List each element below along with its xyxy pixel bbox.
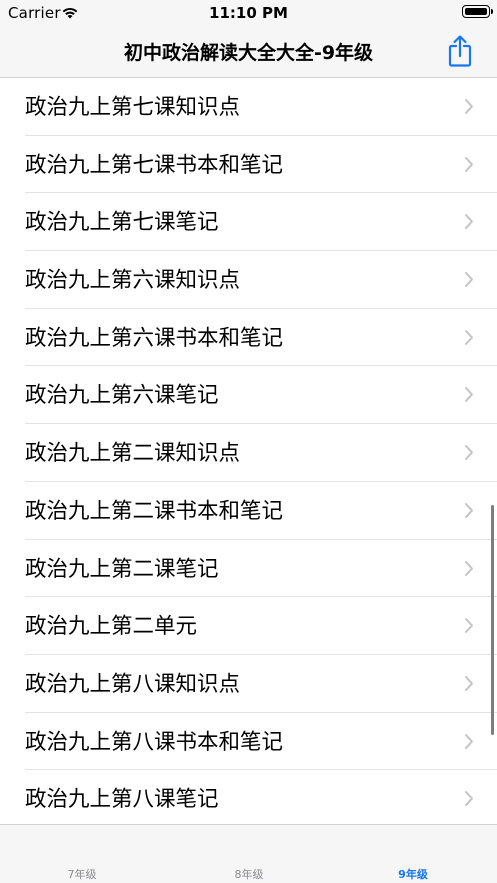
list-item-label: 政治九上第二课书本和笔记 xyxy=(25,498,284,524)
list-item-label: 政治九上第八课书本和笔记 xyxy=(25,729,284,755)
tab-grade-8[interactable]: 8年级 xyxy=(204,866,294,882)
list-item[interactable]: 政治九上第七课知识点 xyxy=(0,78,497,136)
chevron-right-icon xyxy=(465,99,473,114)
list-item[interactable]: 政治九上第二课知识点 xyxy=(0,424,497,482)
chevron-right-icon xyxy=(465,329,473,345)
list-item[interactable]: 政治九上第二课笔记 xyxy=(0,540,497,598)
chevron-right-icon xyxy=(465,502,473,518)
scroll-indicator[interactable] xyxy=(491,505,494,735)
list-item[interactable]: 政治九上第八课书本和笔记 xyxy=(0,713,497,771)
list-item[interactable]: 政治九上第六课书本和笔记 xyxy=(0,309,497,367)
list-item-label: 政治九上第六课笔记 xyxy=(25,383,219,409)
list-item-label: 政治九上第七课书本和笔记 xyxy=(25,152,284,178)
list-item-label: 政治九上第六课书本和笔记 xyxy=(25,325,284,351)
list-item-label: 政治九上第七课笔记 xyxy=(25,210,219,236)
chevron-right-icon xyxy=(465,675,473,691)
tab-bar: 7年级 8年级 9年级 xyxy=(0,824,497,883)
list-item[interactable]: 政治九上第七课书本和笔记 xyxy=(0,136,497,194)
chevron-right-icon xyxy=(465,156,473,172)
list-item-label: 政治九上第六课知识点 xyxy=(25,268,241,294)
navigation-bar: 初中政治解读大全大全-9年级 xyxy=(0,26,497,78)
list-item-label: 政治九上第二课知识点 xyxy=(25,441,241,467)
list-item-label: 政治九上第二单元 xyxy=(25,614,198,640)
list-item-label: 政治九上第七课知识点 xyxy=(25,95,241,120)
status-time: 11:10 PM xyxy=(209,4,288,22)
list-item[interactable]: 政治九上第二单元 xyxy=(0,597,497,655)
chevron-right-icon xyxy=(465,791,473,807)
tab-grade-9[interactable]: 9年级 xyxy=(368,866,458,882)
tab-grade-7[interactable]: 7年级 xyxy=(37,866,127,882)
chevron-right-icon xyxy=(465,445,473,461)
list-item[interactable]: 政治九上第七课笔记 xyxy=(0,193,497,251)
page-title: 初中政治解读大全大全-9年级 xyxy=(123,42,374,64)
chevron-right-icon xyxy=(465,272,473,288)
list-item[interactable]: 政治九上第八课笔记 xyxy=(0,770,497,824)
chevron-right-icon xyxy=(465,560,473,576)
list-item-label: 政治九上第八课知识点 xyxy=(25,671,241,697)
status-bar: Carrier 11:10 PM xyxy=(0,0,497,26)
chevron-right-icon xyxy=(465,618,473,634)
chevron-right-icon xyxy=(465,387,473,403)
battery-level xyxy=(465,8,487,15)
battery-icon xyxy=(462,5,493,18)
list-item[interactable]: 政治九上第六课知识点 xyxy=(0,251,497,309)
list-item-label: 政治九上第二课笔记 xyxy=(25,556,219,582)
list-item[interactable]: 政治九上第八课知识点 xyxy=(0,655,497,713)
lesson-list: 政治九上第七课知识点政治九上第七课书本和笔记 政治九上第七课笔记 政治九上第六课知识… xyxy=(0,78,497,824)
chevron-right-icon xyxy=(465,733,473,749)
list-item[interactable]: 政治九上第二课书本和笔记 xyxy=(0,482,497,540)
list-item[interactable]: 政治九上第六课笔记 xyxy=(0,366,497,424)
list-item-label: 政治九上第八课笔记 xyxy=(25,787,219,813)
share-icon[interactable] xyxy=(445,34,475,68)
chevron-right-icon xyxy=(465,214,473,230)
